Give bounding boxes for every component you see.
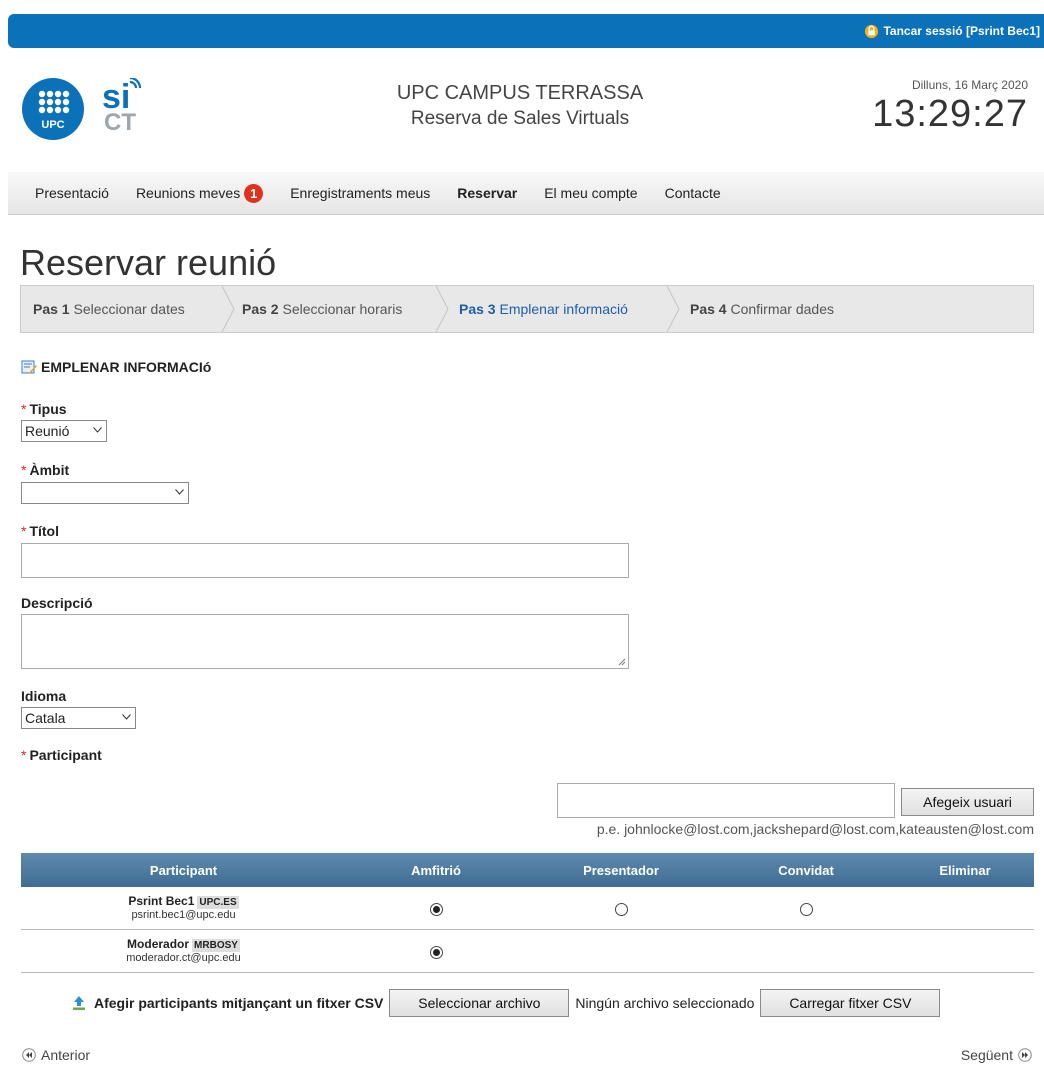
next-link[interactable]: Següent <box>961 1047 1032 1063</box>
step-separator <box>666 286 680 332</box>
add-user-input[interactable] <box>557 783 895 818</box>
resize-handle-icon[interactable] <box>618 658 626 666</box>
nav-reservar[interactable]: Reservar <box>457 185 517 201</box>
ambit-select[interactable] <box>21 482 189 504</box>
chevron-down-icon <box>175 489 184 495</box>
ambit-label: * Àmbit <box>21 462 70 478</box>
nav-reunions-meves-label[interactable]: Reunions meves <box>136 185 240 201</box>
top-bar: Tancar sessió [Psrint Bec1] <box>8 14 1044 48</box>
prev-link[interactable]: Anterior <box>22 1047 90 1063</box>
idioma-label: Idioma <box>21 688 67 704</box>
org-name: UPC CAMPUS TERRASSA <box>396 82 644 104</box>
page-title: Reservar reunió <box>20 242 277 283</box>
svg-text:UPC: UPC <box>41 119 64 131</box>
rewind-icon <box>22 1048 36 1062</box>
section-title: EMPLENAR INFORMACIó <box>41 359 212 375</box>
participant-label: * Participant <box>21 747 102 763</box>
participant-cell: Moderador MRBOSY moderador.ct@upc.edu <box>21 937 346 965</box>
nav-contacte[interactable]: Contacte <box>665 185 721 201</box>
participant-name: Psrint Bec1 <box>128 894 195 908</box>
col-amfitrio: Amfitrió <box>411 862 461 878</box>
participants-table: Participant Amfitrió Presentador Convida… <box>21 853 1034 973</box>
participant-tag: UPC.ES <box>197 896 239 909</box>
amfitrio-radio[interactable] <box>429 945 443 959</box>
chevron-down-icon <box>93 427 102 433</box>
fast-forward-icon <box>1018 1048 1032 1062</box>
logout-label[interactable]: Tancar sessió [Psrint Bec1] <box>883 24 1040 38</box>
tipus-label: * Tipus <box>21 401 67 417</box>
select-file-button[interactable]: Seleccionar archivo <box>389 989 570 1017</box>
no-file-text: Ningún archivo seleccionado <box>575 995 755 1011</box>
date-clock: Dilluns, 16 Març 2020 13:29:27 <box>872 78 1028 136</box>
current-time: 13:29:27 <box>872 93 1028 135</box>
next-label[interactable]: Següent <box>961 1047 1013 1063</box>
col-convidat: Convidat <box>778 862 834 878</box>
step-separator <box>221 286 235 332</box>
step-2: Pas 2 Seleccionar horaris <box>242 301 403 317</box>
titol-input[interactable] <box>21 543 629 578</box>
upload-csv-button[interactable]: Carregar fitxer CSV <box>760 989 941 1017</box>
logout-link[interactable]: Tancar sessió [Psrint Bec1] <box>864 23 1040 38</box>
upc-logo: UPC <box>22 78 84 140</box>
step-separator <box>435 286 449 332</box>
add-user-button[interactable]: Afegeix usuari <box>901 788 1034 816</box>
upload-icon <box>73 996 85 1010</box>
step-3: Pas 3 Emplenar informació <box>459 301 628 317</box>
participant-email: moderador.ct@upc.edu <box>126 952 241 964</box>
table-header: Participant Amfitrió Presentador Convida… <box>21 853 1034 887</box>
descripcio-label: Descripció <box>21 595 93 611</box>
participant-email: psrint.bec1@upc.edu <box>131 909 236 921</box>
table-row: Psrint Bec1 UPC.ES psrint.bec1@upc.edu <box>21 887 1034 930</box>
main-nav: Presentació Reunions meves 1 Enregistram… <box>8 172 1044 215</box>
tipus-select[interactable]: Reunió <box>21 420 107 442</box>
current-date: Dilluns, 16 Març 2020 <box>911 78 1028 92</box>
wizard-steps: Pas 1 Seleccionar dates Pas 2 Selecciona… <box>20 285 1034 333</box>
sict-logo: si CT <box>102 78 142 134</box>
col-participant: Participant <box>149 862 218 878</box>
step-1: Pas 1 Seleccionar dates <box>33 301 185 317</box>
lock-icon <box>865 24 879 38</box>
section-heading: EMPLENAR INFORMACIó <box>21 359 211 375</box>
chevron-down-icon <box>122 714 131 720</box>
participant-cell: Psrint Bec1 UPC.ES psrint.bec1@upc.edu <box>21 895 346 921</box>
notification-badge: 1 <box>244 183 264 203</box>
nav-enregistraments[interactable]: Enregistraments meus <box>290 185 430 201</box>
presentador-radio[interactable] <box>614 902 628 916</box>
titol-label: * Títol <box>21 523 59 539</box>
amfitrio-radio[interactable] <box>429 902 443 916</box>
prev-label[interactable]: Anterior <box>41 1047 90 1063</box>
nav-presentacio[interactable]: Presentació <box>35 185 109 201</box>
nav-reunions-meves[interactable]: Reunions meves 1 <box>136 183 264 203</box>
add-user-hint: p.e. johnlocke@lost.com,jackshepard@lost… <box>596 821 1034 837</box>
csv-upload-row: Afegir participants mitjançant un fitxer… <box>70 989 941 1017</box>
descripcio-textarea[interactable] <box>21 614 629 669</box>
col-presentador: Presentador <box>583 862 659 878</box>
edit-form-icon <box>21 360 37 374</box>
participant-tag: MRBOSY <box>192 939 240 952</box>
csv-label: Afegir participants mitjançant un fitxer… <box>94 995 384 1011</box>
table-row: Moderador MRBOSY moderador.ct@upc.edu <box>21 930 1034 973</box>
org-title: UPC CAMPUS TERRASSA Reserva de Sales Vir… <box>320 80 720 132</box>
idioma-select[interactable]: Catala <box>21 707 136 729</box>
step-4: Pas 4 Confirmar dades <box>690 301 834 317</box>
col-eliminar: Eliminar <box>939 862 991 878</box>
nav-compte[interactable]: El meu compte <box>544 185 637 201</box>
svg-text:CT: CT <box>104 109 136 134</box>
participant-name: Moderador <box>127 937 190 951</box>
app-name: Reserva de Sales Virtuals <box>410 108 630 129</box>
convidat-radio[interactable] <box>799 902 813 916</box>
